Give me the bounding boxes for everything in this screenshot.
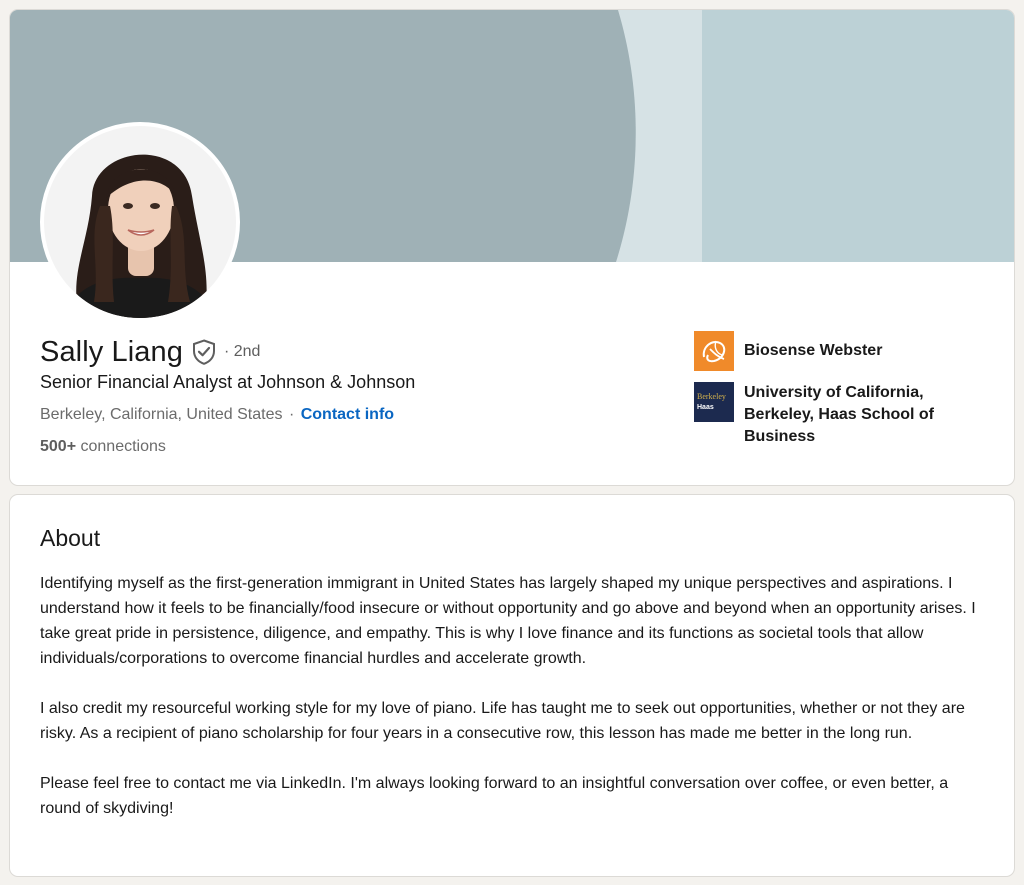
profile-photo[interactable] [40,122,240,322]
about-paragraph: Please feel free to contact me via Linke… [40,775,949,817]
berkeley-haas-logo: Berkeley Haas [694,382,734,422]
biosense-webster-logo [694,331,734,371]
about-paragraph: I also credit my resourceful working sty… [40,700,965,742]
contact-info-link[interactable]: Contact info [301,406,394,423]
connection-degree: · 2nd [223,343,261,360]
berkeley-haas-logo-line2: Haas [697,404,714,411]
current-company-link[interactable]: Biosense Webster [694,331,954,371]
berkeley-haas-logo-line1: Berkeley [697,392,726,401]
company-name: Biosense Webster [744,342,883,359]
connections-number: 500+ [40,438,77,455]
location-row: Berkeley, California, United States · Co… [40,406,394,424]
profile-card: Sally Liang · 2nd Senior Financial Analy… [9,9,1015,486]
about-title: About [40,525,101,551]
about-section: About Identifying myself as the first-ge… [9,494,1015,877]
profile-name: Sally Liang [40,335,183,368]
school-name: University of California, Berkeley, Haas… [744,384,934,445]
about-text: Identifying myself as the first-generati… [40,571,990,846]
profile-headline: Senior Financial Analyst at Johnson & Jo… [40,372,416,392]
connections-count[interactable]: 500+ connections [40,438,166,456]
about-paragraph: Identifying myself as the first-generati… [40,575,976,667]
profile-location: Berkeley, California, United States [40,406,283,423]
verified-shield-icon[interactable] [192,339,216,365]
connections-label: connections [80,438,166,455]
name-row: Sally Liang · 2nd [40,332,260,372]
location-separator: · [288,406,295,423]
education-link[interactable]: Berkeley Haas University of California, … [694,382,954,448]
